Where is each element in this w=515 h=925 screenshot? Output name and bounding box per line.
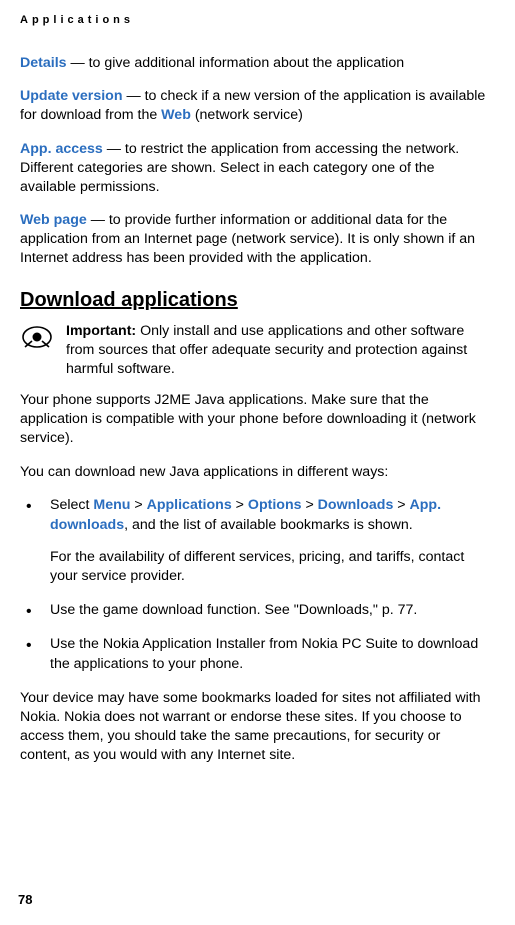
- list-item: Use the game download function. See "Dow…: [20, 601, 491, 621]
- important-text: Important: Only install and use applicat…: [66, 322, 491, 380]
- download-bullets: Select Menu > Applications > Options > D…: [20, 496, 491, 675]
- term-details: Details: [20, 55, 67, 71]
- page-header: Applications: [20, 14, 491, 26]
- term-web: Web: [161, 107, 191, 123]
- term-webpage: Web page: [20, 212, 87, 228]
- definition-webpage: Web page — to provide further informatio…: [20, 211, 491, 269]
- details-text: — to give additional information about t…: [67, 55, 405, 71]
- definition-details: Details — to give additional information…: [20, 54, 491, 73]
- sep: >: [130, 497, 146, 513]
- nav-options: Options: [248, 497, 302, 513]
- important-icon: [20, 324, 54, 355]
- list-item: Use the Nokia Application Installer from…: [20, 635, 491, 675]
- update-t2: (network service): [191, 107, 303, 123]
- term-access: App. access: [20, 141, 103, 157]
- definition-access: App. access — to restrict the applicatio…: [20, 140, 491, 198]
- webpage-text: — to provide further information or addi…: [20, 212, 475, 266]
- b1-subpara: For the availability of different servic…: [50, 548, 491, 588]
- list-item: Select Menu > Applications > Options > D…: [20, 496, 491, 588]
- b1-select: Select: [50, 497, 93, 513]
- important-label: Important:: [66, 323, 136, 339]
- definition-update: Update version — to check if a new versi…: [20, 87, 491, 125]
- heading-download-applications: Download applications: [20, 289, 491, 312]
- term-update: Update version: [20, 88, 123, 104]
- download-p3: Your device may have some bookmarks load…: [20, 689, 491, 766]
- sep: >: [232, 497, 248, 513]
- page-number: 78: [18, 892, 32, 907]
- nav-menu: Menu: [93, 497, 130, 513]
- sep: >: [302, 497, 318, 513]
- nav-applications: Applications: [147, 497, 232, 513]
- b1-after: , and the list of available bookmarks is…: [124, 517, 413, 533]
- nav-downloads: Downloads: [318, 497, 394, 513]
- download-p1: Your phone supports J2ME Java applicatio…: [20, 391, 491, 449]
- sep: >: [393, 497, 409, 513]
- important-block: Important: Only install and use applicat…: [20, 322, 491, 380]
- download-p2: You can download new Java applications i…: [20, 463, 491, 482]
